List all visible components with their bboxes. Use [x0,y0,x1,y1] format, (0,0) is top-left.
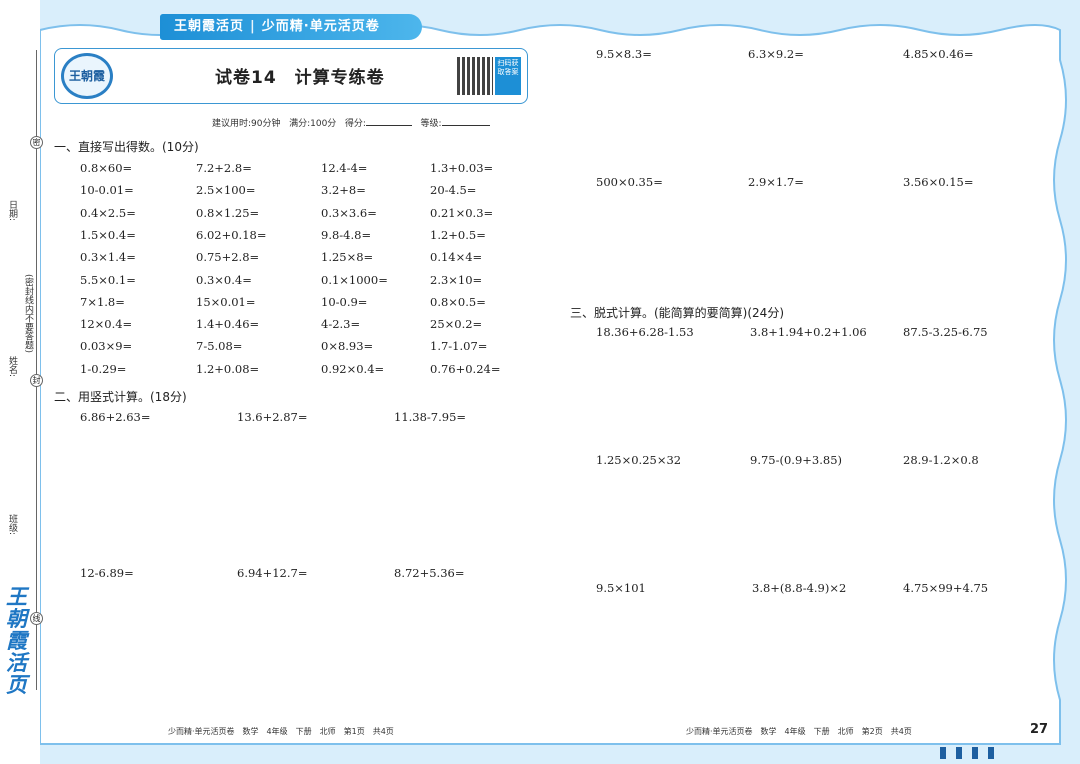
exam-meta: 建议用时:90分钟 满分:100分 得分: 等级: [212,116,490,129]
oral-problem: 0.8×60= [80,161,133,175]
oral-problem: 4-2.3= [321,317,361,332]
full-score-label: 满分:100分 [289,119,337,129]
stepwise-problem: 28.9-1.2×0.8 [903,453,979,467]
oral-problem: 7.2+2.8= [196,161,252,175]
oral-problem: 0.03×9= [80,339,133,354]
score-label: 得分: [344,119,366,129]
oral-problem: 0.3×0.4= [196,272,252,287]
oral-problem: 25×0.2= [430,317,483,332]
oral-problem: 0.92×0.4= [321,361,385,376]
stepwise-problem: 87.5-3.25-6.75 [903,325,988,339]
name-label: 姓名: [7,356,17,378]
oral-problem: 15×0.01= [196,294,256,309]
vertical-problem: 500×0.35= [596,175,663,189]
seal-mark-1: 密 [30,136,43,149]
vertical-brand-logo: 王朝霞活页 [6,584,27,697]
stepwise-problem: 9.75-(0.9+3.85) [750,453,842,467]
oral-problem: 0.14×4= [430,250,483,265]
section-1-title: 一、直接写出得数。(10分) [54,140,199,154]
series-banner: 王朝霞活页 | 少而精·单元活页卷 [160,14,422,40]
oral-problem: 7×1.8= [80,294,125,309]
oral-problem: 0.4×2.5= [80,205,136,220]
stepwise-problem: 9.5×101 [596,581,646,595]
brand-name: 王朝霞活页 [174,19,245,34]
vertical-problem: 9.5×8.3= [596,47,652,61]
paper-title-box: 王朝霞 试卷14 计算专练卷 扫码获取答案 [54,48,528,104]
class-label: 班级: [7,514,17,536]
wavy-border-frame [0,0,1080,764]
oral-problem: 2.3×10= [430,272,483,287]
grade-label: 等级: [420,119,442,129]
oral-problem: 0.3×1.4= [80,250,136,265]
stepwise-problem: 3.8+(8.8-4.9)×2 [752,581,847,595]
oral-problem: 1.4+0.46= [196,317,260,332]
oral-problem: 0.8×1.25= [196,205,260,220]
section-2-title: 二、用竖式计算。(18分) [54,390,187,404]
vertical-problem: 6.94+12.7= [237,566,308,580]
oral-problem: 0.21×0.3= [430,205,494,220]
vertical-problem: 13.6+2.87= [237,410,308,424]
oral-problem: 12×0.4= [80,317,133,332]
oral-problem: 0.1×1000= [321,272,388,287]
page-number: 27 [1030,722,1049,737]
qr-label: 扫码获取答案 [495,57,521,95]
footer-right: 少而精·单元活页卷 数学 4年级 下册 北师 第2页 共4页 [686,727,912,736]
vertical-problem: 3.56×0.15= [903,175,974,189]
oral-problem: 0×8.93= [321,339,374,354]
oral-problem: 20-4.5= [430,183,477,198]
oral-problem: 1.7-1.07= [430,339,488,354]
section-3-title: 三、脱式计算。(能简算的要简算)(24分) [570,306,784,320]
seal-note: (密封线内不要答题) [23,274,33,354]
oral-problem: 5.5×0.1= [80,272,136,287]
footer-left: 少而精·单元活页卷 数学 4年级 下册 北师 第1页 共4页 [168,727,394,736]
oral-problem: 0.3×3.6= [321,205,377,220]
oral-problem: 1.2+0.5= [430,227,486,242]
time-label: 建议用时:90分钟 [212,119,281,129]
oral-problem: 10-0.01= [80,183,134,198]
oral-problem: 0.76+0.24= [430,361,501,376]
vertical-problem: 6.86+2.63= [80,410,151,424]
edge-ticks [940,744,1004,763]
oral-problem: 1.5×0.4= [80,227,136,242]
oral-problem: 1.2+0.08= [196,361,260,376]
stepwise-problem: 18.36+6.28-1.53 [596,325,694,339]
vertical-problem: 12-6.89= [80,566,134,580]
seal-mark-2: 封 [30,374,43,387]
oral-problem: 7-5.08= [196,339,243,354]
date-label: 日期: [7,200,17,222]
oral-problem: 3.2+8= [321,183,366,198]
oral-problem: 1.25×8= [321,250,374,265]
grade-blank[interactable] [441,125,490,126]
oral-problem: 1-0.29= [80,361,127,376]
oral-problem: 12.4-4= [321,161,368,175]
oral-problem: 1.3+0.03= [430,161,494,175]
stepwise-problem: 3.8+1.94+0.2+1.06 [750,325,867,339]
oral-problem: 6.02+0.18= [196,227,267,242]
series-name: 少而精·单元活页卷 [261,19,380,34]
paper-title: 试卷14 计算专练卷 [215,68,385,88]
qr-code-icon [457,57,493,95]
oral-problem: 10-0.9= [321,294,368,309]
vertical-problem: 11.38-7.95= [394,410,467,424]
oral-problem: 2.5×100= [196,183,256,198]
oral-problem: 9.8-4.8= [321,227,372,242]
vertical-problem: 2.9×1.7= [748,175,804,189]
stepwise-problem: 1.25×0.25×32 [596,453,682,467]
vertical-problem: 6.3×9.2= [748,47,804,61]
vertical-problem: 8.72+5.36= [394,566,465,580]
score-blank[interactable] [365,125,412,126]
oral-problem: 0.8×0.5= [430,294,486,309]
publisher-logo: 王朝霞 [61,53,113,99]
oral-problem: 0.75+2.8= [196,250,260,265]
vertical-problem: 4.85×0.46= [903,47,974,61]
stepwise-problem: 4.75×99+4.75 [903,581,989,595]
